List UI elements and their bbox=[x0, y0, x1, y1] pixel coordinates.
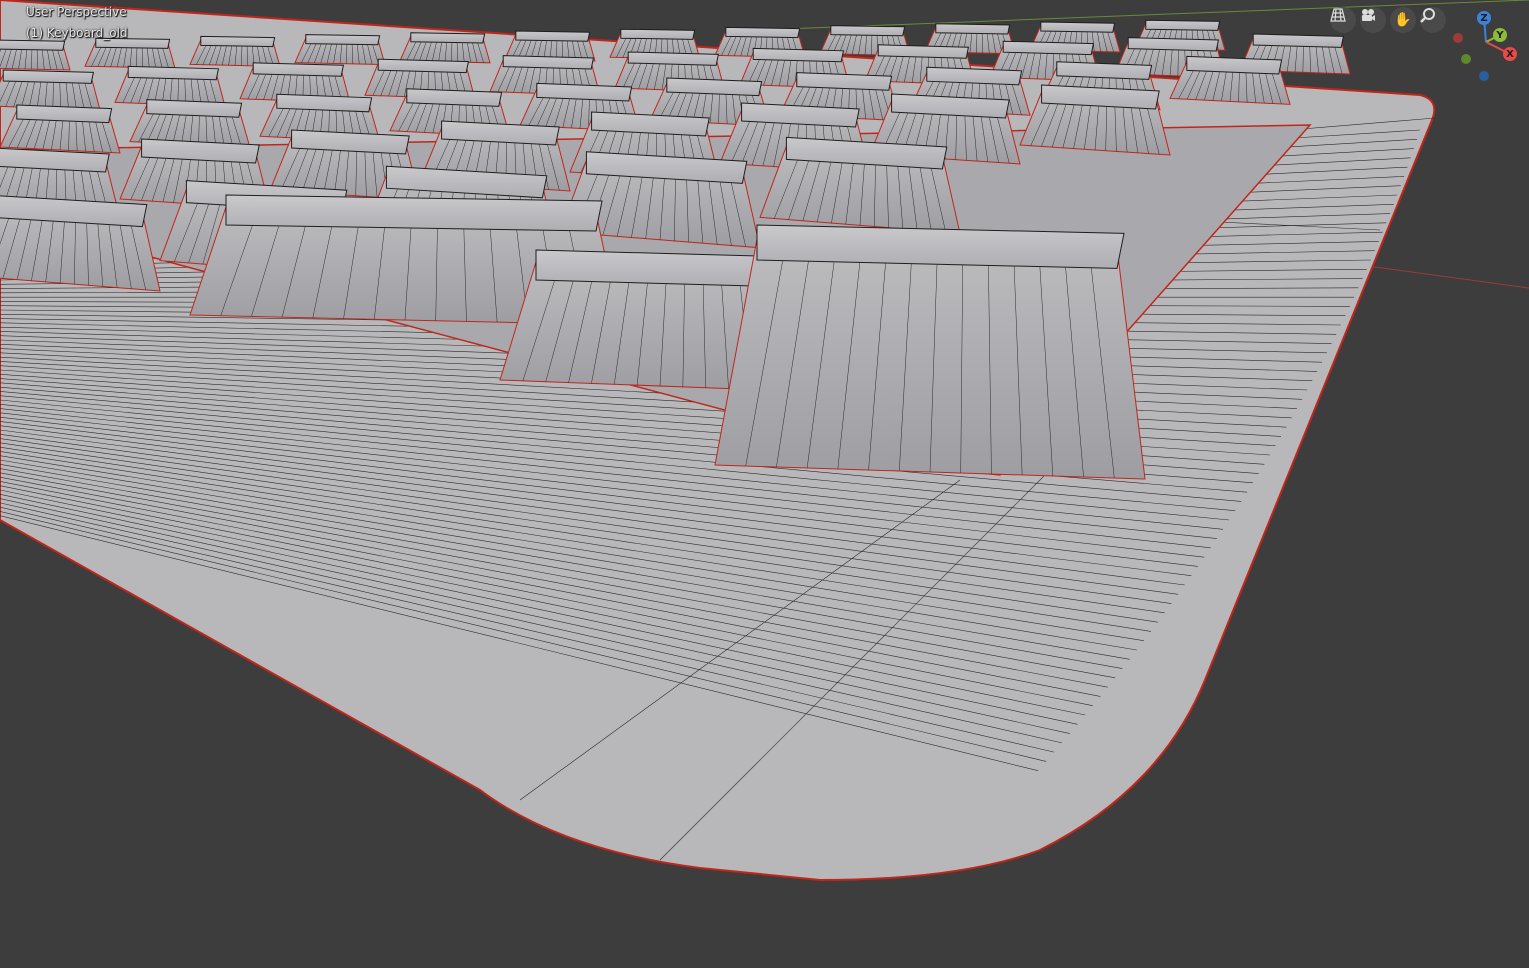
y-axis-handle[interactable]: Y bbox=[1493, 28, 1507, 42]
keycap bbox=[84, 37, 176, 69]
camera-view-button[interactable] bbox=[1360, 7, 1386, 33]
x-axis-line bbox=[1359, 264, 1529, 289]
z-axis-handle[interactable]: Z bbox=[1477, 11, 1491, 25]
keycap bbox=[0, 69, 101, 111]
keycap bbox=[0, 104, 121, 154]
keycap bbox=[399, 32, 491, 64]
3d-viewport[interactable]: User Perspective (1) Keyboard_old ✋ Z Y … bbox=[0, 0, 1529, 968]
keycap bbox=[714, 224, 1146, 480]
toggle-camera-ortho-button[interactable] bbox=[1330, 7, 1356, 33]
keycap bbox=[189, 35, 281, 67]
neg-z-axis-handle bbox=[1479, 71, 1489, 81]
pan-view-button[interactable]: ✋ bbox=[1390, 7, 1416, 33]
grid-perspective-icon bbox=[1330, 8, 1346, 22]
keycap bbox=[0, 39, 71, 71]
zoom-view-button[interactable] bbox=[1420, 7, 1446, 33]
keyboard-mesh[interactable] bbox=[0, 0, 1529, 968]
keycap bbox=[294, 34, 386, 66]
hand-icon: ✋ bbox=[1394, 12, 1412, 28]
active-object-label: (1) Keyboard_old bbox=[26, 26, 128, 40]
keycap bbox=[1169, 55, 1291, 105]
magnifier-icon bbox=[1420, 8, 1435, 23]
x-axis-handle[interactable]: X bbox=[1503, 47, 1517, 61]
view-name-label: User Perspective bbox=[26, 5, 127, 19]
camera-icon bbox=[1362, 9, 1375, 21]
keycap bbox=[0, 195, 161, 292]
neg-x-axis-handle bbox=[1453, 33, 1463, 43]
keycap bbox=[759, 136, 961, 234]
keycap bbox=[1019, 84, 1171, 156]
neg-y-axis-handle bbox=[1461, 54, 1471, 64]
